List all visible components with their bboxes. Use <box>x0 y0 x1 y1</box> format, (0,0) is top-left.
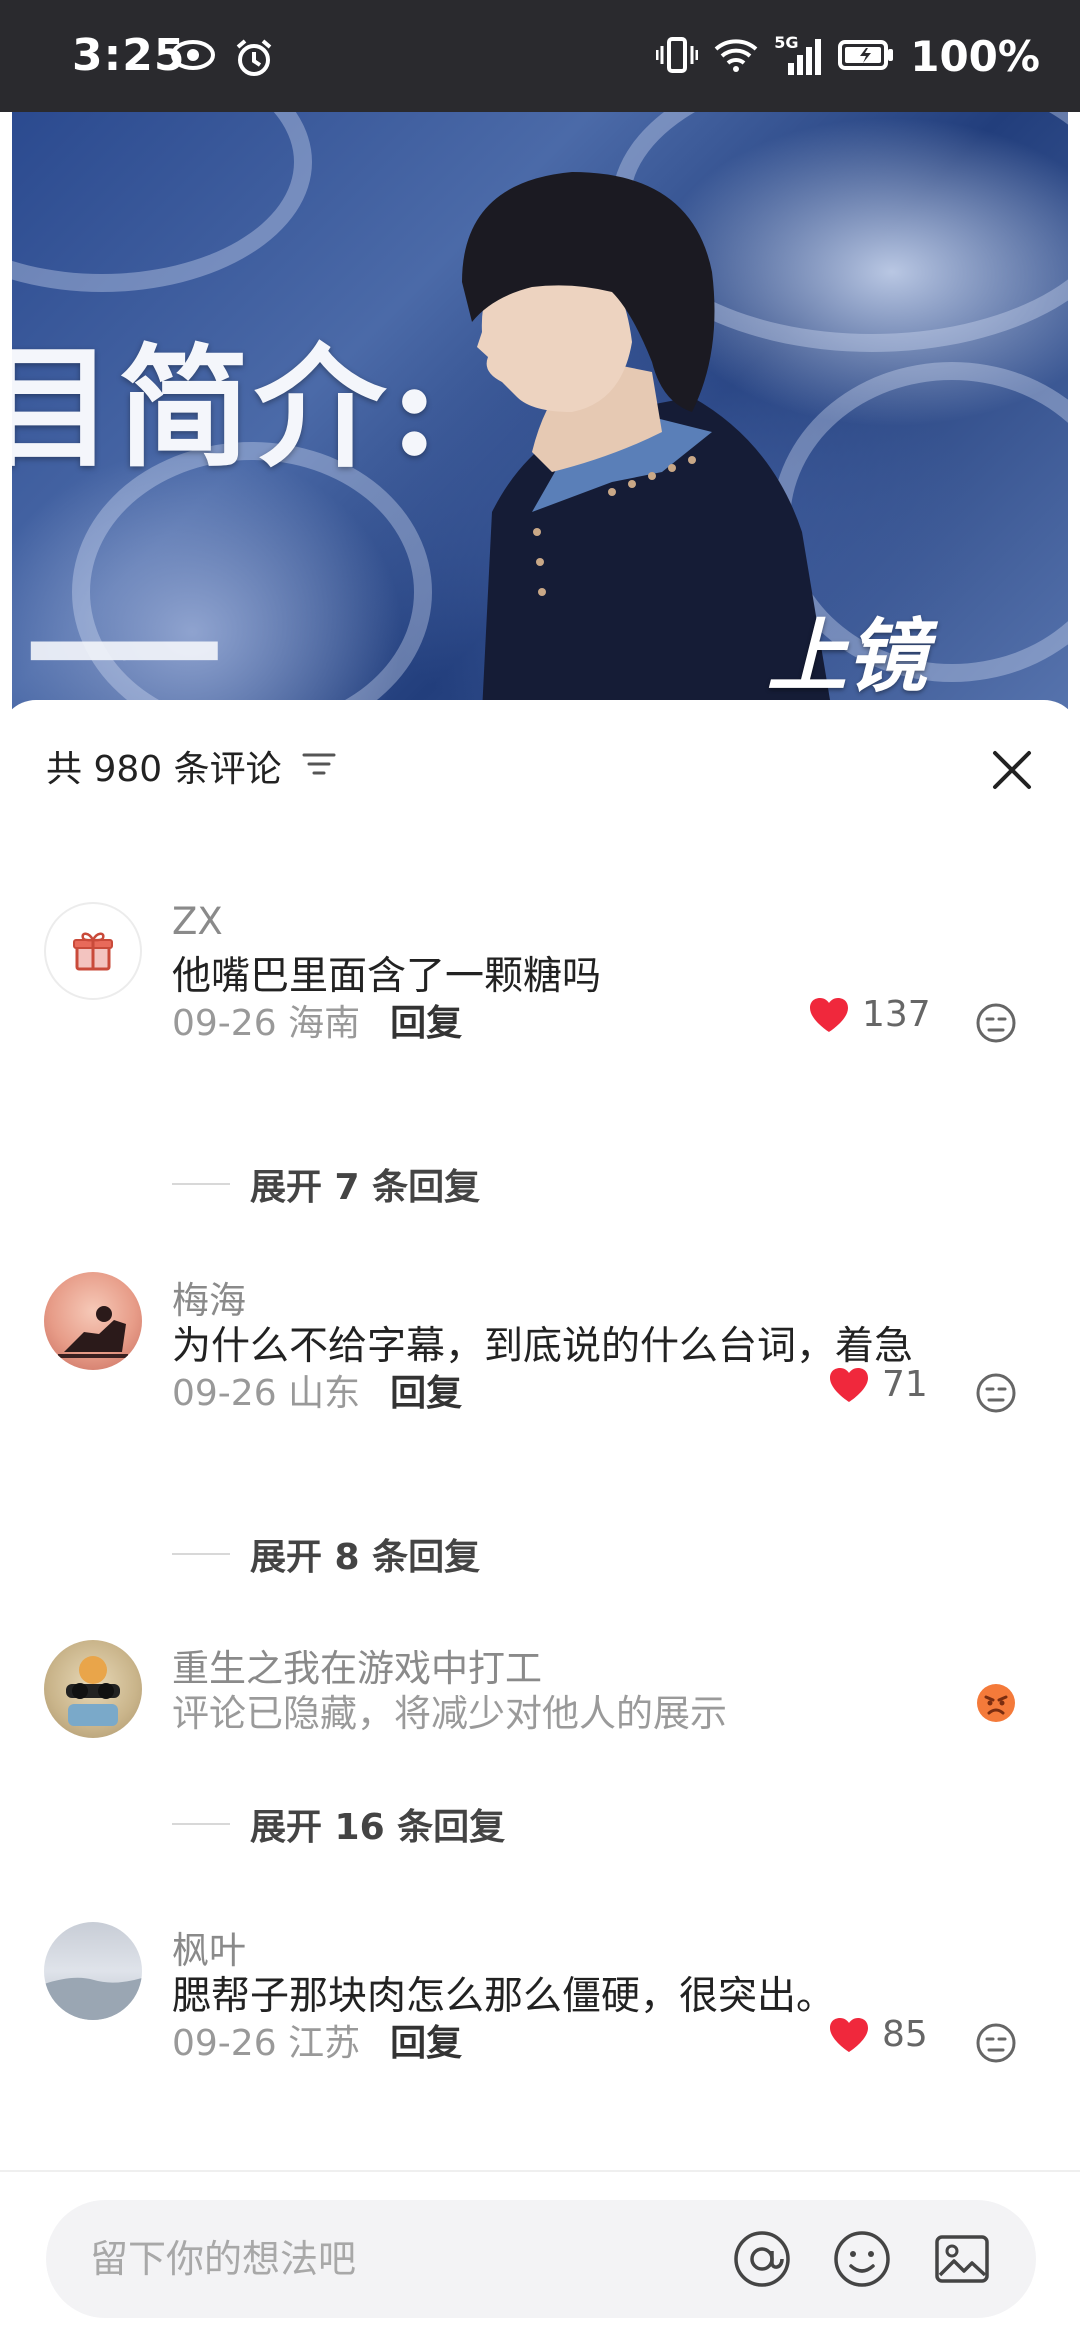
dislike-emoji-icon[interactable] <box>975 1372 1017 1414</box>
expand-replies-button[interactable]: 展开 16 条回复 <box>172 1798 505 1850</box>
image-picker-icon[interactable] <box>932 2229 992 2289</box>
divider <box>172 1823 230 1825</box>
sort-filter-icon[interactable] <box>302 749 336 783</box>
angry-emoji-icon[interactable] <box>975 1682 1017 1724</box>
comment-text: 腮帮子那块肉怎么那么僵硬，很突出。 <box>172 1974 836 2019</box>
comment-input-container[interactable] <box>46 2200 1036 2318</box>
dislike-emoji-icon[interactable] <box>975 2022 1017 2064</box>
comment-date-location: 09-26 江苏 <box>172 2023 361 2064</box>
avatar[interactable] <box>44 1640 142 1738</box>
heart-icon <box>810 997 848 1032</box>
comment-username[interactable]: ZX <box>172 900 223 943</box>
comment-meta: 09-26 海南 回复 <box>172 994 462 1046</box>
like-button[interactable]: 137 <box>808 994 931 1035</box>
wifi-icon <box>714 37 758 77</box>
avatar-image <box>66 1656 120 1726</box>
comment-meta: 09-26 江苏 回复 <box>172 2014 462 2066</box>
reply-button[interactable]: 回复 <box>390 1364 462 1416</box>
vibrate-icon <box>655 36 699 78</box>
comments-header: 共 980 条评论 <box>46 740 336 792</box>
reply-button[interactable]: 回复 <box>390 2014 462 2066</box>
like-button[interactable]: 85 <box>828 2014 928 2055</box>
battery-icon <box>838 39 894 74</box>
close-comments-button[interactable] <box>982 740 1042 800</box>
comments-sheet: 共 980 条评论 ZX 他嘴巴里面含了一颗糖吗 09-26 海南 回复 137… <box>0 700 1080 2340</box>
close-icon <box>993 751 1031 789</box>
avatar[interactable] <box>44 1922 142 2020</box>
like-button[interactable]: 71 <box>828 1364 928 1405</box>
status-time: 3:25 <box>72 30 186 81</box>
gift-icon <box>73 932 113 971</box>
reply-button[interactable]: 回复 <box>390 994 462 1046</box>
comment-hidden-notice: 评论已隐藏，将减少对他人的展示 <box>172 1692 727 1735</box>
expand-replies-button[interactable]: 展开 8 条回复 <box>172 1528 480 1580</box>
dislike-emoji-icon[interactable] <box>975 1002 1017 1044</box>
divider <box>172 1553 230 1555</box>
avatar[interactable] <box>44 1272 142 1370</box>
comment-meta: 09-26 山东 回复 <box>172 1364 462 1416</box>
like-count: 71 <box>882 1364 928 1405</box>
comment-date-location: 09-26 山东 <box>172 1373 361 1414</box>
comment-text: 他嘴巴里面含了一颗糖吗 <box>172 954 602 999</box>
alarm-icon <box>234 38 274 82</box>
mention-at-icon[interactable] <box>732 2229 792 2289</box>
comment-input[interactable] <box>90 2234 690 2284</box>
avatar[interactable] <box>44 902 142 1000</box>
comment-text: 为什么不给字幕，到底说的什么台词，着急 <box>172 1324 914 1369</box>
video-corner-caption: 上镜 <box>767 609 927 703</box>
comment-input-bar <box>0 2170 1080 2340</box>
divider <box>172 1183 230 1185</box>
comment-date-location: 09-26 海南 <box>172 1003 361 1044</box>
heart-icon <box>830 1367 868 1402</box>
like-count: 85 <box>882 2014 928 2055</box>
eye-icon <box>170 38 216 82</box>
heart-icon <box>830 2017 868 2052</box>
like-count: 137 <box>862 994 931 1035</box>
signal-icon: 5G <box>774 33 822 77</box>
status-bar: 3:25 5G 100% <box>0 0 1080 112</box>
avatar-image <box>58 1306 128 1358</box>
video-player[interactable]: 目简介: ▔▔ 上镜 <box>12 112 1068 712</box>
avatar-image <box>44 1977 142 2020</box>
battery-percent: 100% <box>910 32 1040 81</box>
emoji-icon[interactable] <box>832 2229 892 2289</box>
comments-count-title: 共 980 条评论 <box>46 749 282 790</box>
expand-replies-button[interactable]: 展开 7 条回复 <box>172 1158 480 1210</box>
